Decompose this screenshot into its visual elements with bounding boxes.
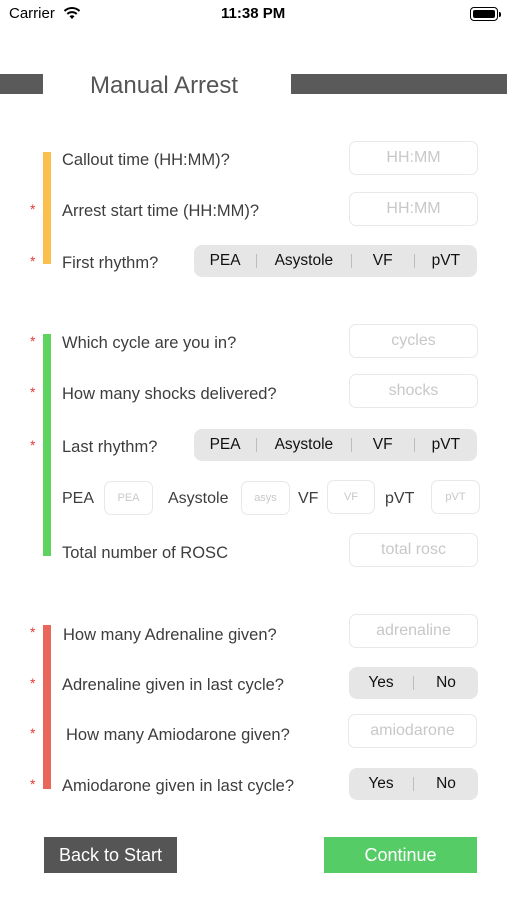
back-to-start-button[interactable]: Back to Start <box>44 837 177 873</box>
header-bar-right <box>291 74 507 94</box>
header-bar-left <box>0 74 43 94</box>
required-asterisk: * <box>30 201 36 217</box>
first-rhythm-option-pea[interactable]: PEA <box>194 252 256 270</box>
rosc-input[interactable]: total rosc <box>349 533 478 567</box>
asystole-count-label: Asystole <box>168 490 229 507</box>
last-rhythm-option-vf[interactable]: VF <box>352 436 414 454</box>
arrest-start-label: Arrest start time (HH:MM)? <box>62 202 260 220</box>
first-rhythm-label: First rhythm? <box>62 254 159 272</box>
carrier-label: Carrier <box>9 5 55 22</box>
wifi-icon <box>63 7 81 19</box>
adrenaline-count-label: How many Adrenaline given? <box>63 626 277 644</box>
pvt-count-input[interactable]: pVT <box>431 480 480 514</box>
vf-count-label: VF <box>298 490 319 507</box>
page-title: Manual Arrest <box>90 72 239 99</box>
required-asterisk: * <box>30 437 36 453</box>
amiodarone-last-cycle-toggle[interactable]: Yes No <box>349 768 478 800</box>
adrenaline-yes-option[interactable]: Yes <box>349 674 413 692</box>
section-3-indicator <box>43 625 51 789</box>
shocks-label: How many shocks delivered? <box>62 385 277 403</box>
last-rhythm-option-asystole[interactable]: Asystole <box>257 436 350 454</box>
first-rhythm-option-vf[interactable]: VF <box>352 252 414 270</box>
required-asterisk: * <box>30 333 36 349</box>
battery-icon <box>470 7 501 21</box>
first-rhythm-option-pvt[interactable]: pVT <box>415 252 477 270</box>
last-rhythm-option-pea[interactable]: PEA <box>194 436 256 454</box>
last-rhythm-segmented-control[interactable]: PEA Asystole VF pVT <box>194 429 477 461</box>
callout-time-input[interactable]: HH:MM <box>349 141 478 175</box>
shocks-input[interactable]: shocks <box>349 374 478 408</box>
vf-count-input[interactable]: VF <box>327 480 375 514</box>
callout-time-label: Callout time (HH:MM)? <box>62 151 230 169</box>
pvt-count-label: pVT <box>385 490 415 507</box>
adrenaline-count-input[interactable]: adrenaline <box>349 614 478 648</box>
last-rhythm-option-pvt[interactable]: pVT <box>415 436 477 454</box>
continue-button[interactable]: Continue <box>324 837 477 873</box>
amiodarone-no-option[interactable]: No <box>414 775 478 793</box>
required-asterisk: * <box>30 776 36 792</box>
required-asterisk: * <box>30 675 36 691</box>
adrenaline-no-option[interactable]: No <box>414 674 478 692</box>
last-rhythm-label: Last rhythm? <box>62 438 158 456</box>
first-rhythm-segmented-control[interactable]: PEA Asystole VF pVT <box>194 245 477 277</box>
amiodarone-count-label: How many Amiodarone given? <box>66 726 290 744</box>
adrenaline-last-cycle-label: Adrenaline given in last cycle? <box>62 676 284 694</box>
arrest-start-input[interactable]: HH:MM <box>349 192 478 226</box>
required-asterisk: * <box>30 384 36 400</box>
amiodarone-last-cycle-label: Amiodarone given in last cycle? <box>62 777 295 795</box>
first-rhythm-option-asystole[interactable]: Asystole <box>257 252 350 270</box>
section-1-indicator <box>43 152 51 264</box>
amiodarone-yes-option[interactable]: Yes <box>349 775 413 793</box>
pea-count-input[interactable]: PEA <box>104 481 153 515</box>
cycle-label: Which cycle are you in? <box>62 334 237 352</box>
pea-count-label: PEA <box>62 490 95 507</box>
cycle-input[interactable]: cycles <box>349 324 478 358</box>
adrenaline-last-cycle-toggle[interactable]: Yes No <box>349 667 478 699</box>
amiodarone-count-input[interactable]: amiodarone <box>348 714 477 748</box>
required-asterisk: * <box>30 725 36 741</box>
clock: 11:38 PM <box>221 5 286 22</box>
asystole-count-input[interactable]: asys <box>241 481 290 515</box>
rosc-label: Total number of ROSC <box>62 544 228 562</box>
section-2-indicator <box>43 334 51 556</box>
required-asterisk: * <box>30 624 36 640</box>
required-asterisk: * <box>30 253 36 269</box>
